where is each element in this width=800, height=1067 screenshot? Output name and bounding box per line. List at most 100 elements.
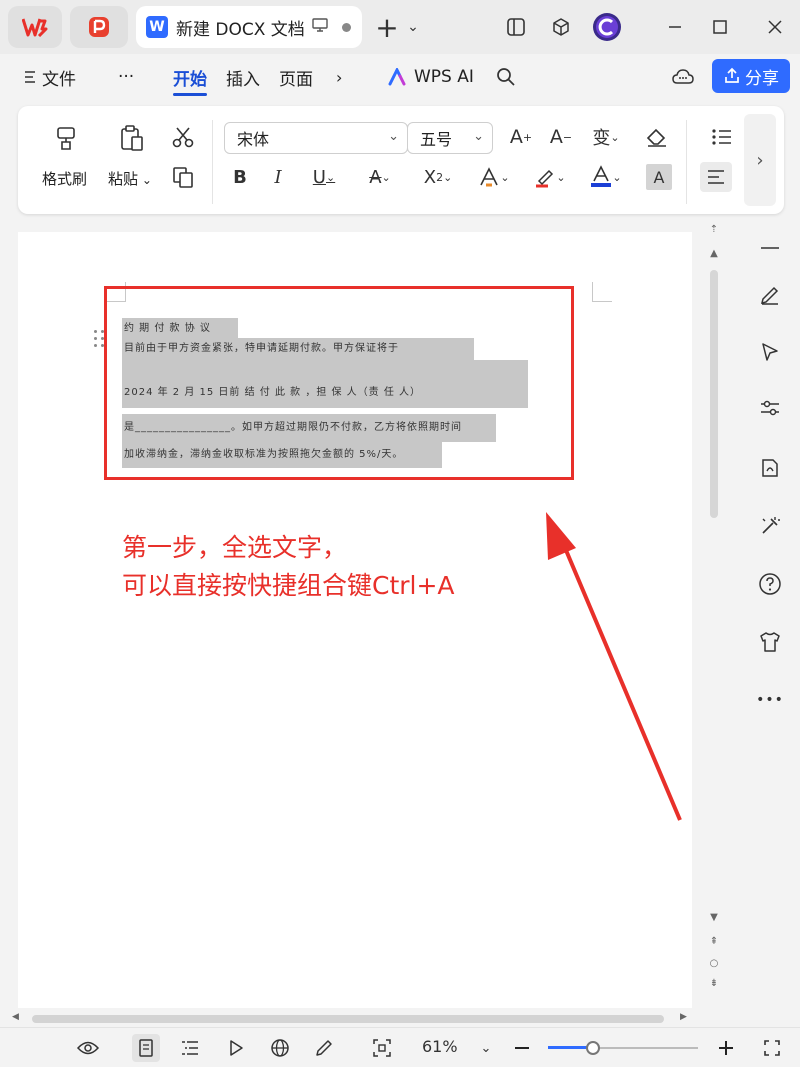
magic-tools-icon[interactable]: [752, 508, 788, 544]
format-painter-icon[interactable]: [50, 122, 82, 154]
title-bar: W 新建 DOCX 文档 + ⌄: [0, 0, 800, 54]
sliders-icon[interactable]: [752, 390, 788, 426]
skin-theme-icon[interactable]: [752, 624, 788, 660]
superscript-icon[interactable]: X2 ⌄: [418, 162, 458, 192]
wps-ai-label: WPS AI: [414, 67, 474, 87]
prev-page-icon[interactable]: ⇞: [708, 936, 720, 947]
next-page-icon[interactable]: ⇟: [708, 978, 720, 989]
document-tab[interactable]: W 新建 DOCX 文档: [136, 6, 362, 48]
close-icon[interactable]: [760, 12, 790, 42]
scroll-down-icon[interactable]: ▼: [708, 912, 720, 923]
grow-font-icon[interactable]: A +: [506, 122, 536, 152]
cloud-sync-icon[interactable]: [672, 64, 694, 90]
more-tools-icon[interactable]: •••: [752, 682, 788, 718]
italic-icon[interactable]: I: [264, 162, 292, 192]
font-name-value: 宋体: [237, 130, 270, 149]
tab-insert[interactable]: 插入: [226, 64, 260, 90]
horizontal-scroll-thumb[interactable]: [32, 1015, 664, 1023]
page-margin-marker: [592, 282, 612, 302]
font-size-chevron-icon: ⌄: [473, 129, 484, 144]
menu-bar: 文件 ··· 开始 插入 页面 › WPS AI 分享: [0, 54, 800, 100]
avatar[interactable]: [592, 12, 622, 42]
shrink-font-icon[interactable]: A −: [546, 122, 576, 152]
wps-ai-button[interactable]: WPS AI: [388, 64, 474, 90]
font-color-icon[interactable]: ⌄: [586, 162, 626, 192]
share-button[interactable]: 分享: [712, 59, 790, 93]
right-side-panel: •••: [740, 220, 800, 1020]
page-view-icon[interactable]: [132, 1034, 160, 1062]
font-name-select[interactable]: 宋体 ⌄: [224, 122, 408, 154]
vertical-scroll-thumb[interactable]: [710, 270, 718, 518]
text-effect-icon[interactable]: ⌄: [474, 162, 514, 192]
globe-icon[interactable]: [266, 1034, 294, 1062]
pdf-app-tab[interactable]: [70, 6, 128, 48]
file-menu[interactable]: 文件: [24, 64, 76, 90]
scroll-left-icon[interactable]: ◀: [12, 1012, 19, 1022]
annotation-shortcut-text: 可以直接按快捷组合键Ctrl+A: [122, 571, 455, 600]
search-icon[interactable]: [496, 64, 516, 90]
paste-button[interactable]: 粘贴 ⌄: [108, 168, 152, 189]
annotation-arrow: [546, 512, 682, 821]
vertical-scrollbar[interactable]: ⇡ ▲ ▼ ⇞ ○ ⇟: [700, 220, 728, 1010]
monitor-icon[interactable]: [312, 18, 328, 36]
word-doc-icon: W: [146, 16, 168, 38]
collapse-panel-icon[interactable]: [752, 230, 788, 266]
fit-page-icon[interactable]: [368, 1034, 396, 1062]
tab-page[interactable]: 页面: [279, 64, 313, 90]
format-painter-label[interactable]: 格式刷: [42, 168, 87, 189]
pen-icon[interactable]: [752, 276, 788, 312]
paste-icon[interactable]: [116, 122, 148, 154]
document-workspace: 约 期 付 款 协 议 目前由于甲方资金紧张，特申请延期付款。甲方保证将于 20…: [0, 220, 740, 1010]
share-label: 分享: [745, 68, 779, 89]
tab-list-chevron-icon[interactable]: ⌄: [398, 12, 428, 42]
zoom-slider[interactable]: [548, 1041, 698, 1055]
ribbon-expand-icon[interactable]: ›: [744, 114, 776, 206]
tabs-scroll-right-icon[interactable]: ›: [336, 64, 342, 90]
doc-tools-icon[interactable]: [752, 450, 788, 486]
minimize-icon[interactable]: [660, 12, 690, 42]
cube-icon[interactable]: [546, 12, 576, 42]
font-name-chevron-icon: ⌄: [388, 129, 399, 144]
horizontal-scrollbar[interactable]: ◀ ▶: [0, 1012, 740, 1026]
bold-icon[interactable]: B: [226, 162, 254, 192]
strikethrough-icon[interactable]: A ⌄: [360, 162, 400, 192]
cursor-icon[interactable]: [752, 334, 788, 370]
copy-icon[interactable]: [168, 162, 198, 192]
align-left-icon[interactable]: [700, 162, 732, 192]
annotation-red-box: [104, 286, 574, 480]
eye-icon[interactable]: [74, 1034, 102, 1062]
scroll-top-icon[interactable]: ⇡: [708, 224, 720, 235]
help-icon[interactable]: [752, 566, 788, 602]
zoom-level[interactable]: 61%: [422, 1037, 458, 1056]
font-size-select[interactable]: 五号 ⌄: [407, 122, 493, 154]
zoom-out-icon[interactable]: [508, 1034, 536, 1062]
play-icon[interactable]: [222, 1034, 250, 1062]
window-layout-icon[interactable]: [501, 12, 531, 42]
eraser-icon[interactable]: [642, 122, 672, 152]
scroll-up-icon[interactable]: ▲: [708, 248, 720, 259]
select-browse-object-icon[interactable]: ○: [708, 958, 720, 969]
scissors-icon[interactable]: [168, 122, 198, 152]
highlight-icon[interactable]: ⌄: [530, 162, 570, 192]
underline-icon[interactable]: U ⌄: [304, 162, 344, 192]
wps-logo-icon: [22, 18, 48, 37]
wps-home-tab[interactable]: [8, 6, 62, 48]
wps-ai-icon: [388, 68, 406, 86]
more-menu[interactable]: ···: [118, 64, 134, 90]
scroll-right-icon[interactable]: ▶: [680, 1012, 687, 1022]
zoom-chevron-icon[interactable]: ⌄: [472, 1034, 500, 1062]
share-icon: [725, 67, 739, 83]
unsaved-dot-icon[interactable]: [342, 22, 351, 32]
zoom-in-icon[interactable]: [712, 1034, 740, 1062]
tab-home[interactable]: 开始: [173, 64, 207, 96]
pinyin-guide-icon[interactable]: 变 ⌄: [586, 122, 626, 152]
pencil-icon[interactable]: [310, 1034, 338, 1062]
annotation-step-text: 第一步，全选文字，: [122, 533, 348, 562]
char-shading-icon[interactable]: A: [646, 164, 672, 190]
zoom-slider-knob[interactable]: [586, 1041, 600, 1055]
document-page[interactable]: 约 期 付 款 协 议 目前由于甲方资金紧张，特申请延期付款。甲方保证将于 20…: [18, 232, 692, 1008]
bullet-list-icon[interactable]: [704, 122, 740, 152]
fullscreen-icon[interactable]: [758, 1034, 786, 1062]
outline-view-icon[interactable]: [176, 1034, 204, 1062]
maximize-icon[interactable]: [705, 12, 735, 42]
